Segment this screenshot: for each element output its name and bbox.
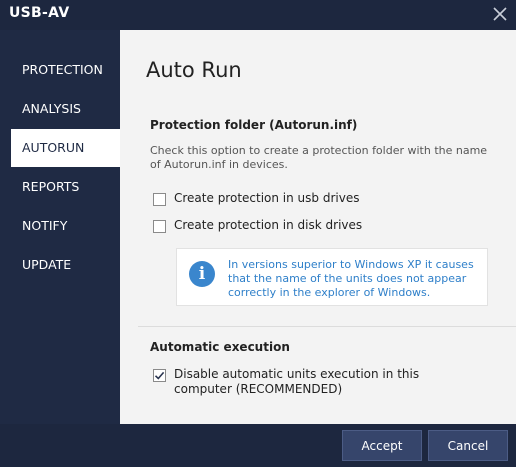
- disable-autorun-option[interactable]: Disable automatic units execution in thi…: [153, 367, 473, 397]
- sidebar-item-notify[interactable]: NOTIFY: [11, 207, 120, 245]
- section-divider: [138, 326, 516, 327]
- disk-protection-option[interactable]: Create protection in disk drives: [153, 218, 362, 233]
- footer-bar: Accept Cancel: [0, 424, 516, 467]
- disable-autorun-label: Disable automatic units execution in thi…: [174, 367, 420, 396]
- usb-protection-option[interactable]: Create protection in usb drives: [153, 191, 359, 206]
- automatic-execution-heading: Automatic execution: [150, 340, 290, 354]
- disk-protection-label: Create protection in disk drives: [174, 218, 363, 232]
- info-box: i In versions superior to Windows XP it …: [176, 248, 488, 306]
- info-text: In versions superior to Windows XP it ca…: [228, 258, 474, 299]
- sidebar-item-autorun[interactable]: AUTORUN: [11, 129, 120, 167]
- content-panel: Auto Run Protection folder (Autorun.inf)…: [120, 30, 516, 424]
- title-bar: USB-AV: [0, 0, 516, 30]
- usb-protection-checkbox[interactable]: [153, 193, 166, 206]
- sidebar-item-reports[interactable]: REPORTS: [11, 168, 120, 206]
- protection-folder-heading: Protection folder (Autorun.inf): [150, 118, 358, 132]
- checkmark-icon: [154, 371, 165, 380]
- cancel-button[interactable]: Cancel: [428, 430, 508, 461]
- sidebar-item-protection[interactable]: PROTECTION: [11, 51, 120, 89]
- accept-button[interactable]: Accept: [342, 430, 422, 461]
- info-icon: i: [189, 261, 215, 287]
- close-button[interactable]: [490, 4, 510, 24]
- sidebar: PROTECTION ANALYSIS AUTORUN REPORTS NOTI…: [0, 30, 120, 424]
- usb-protection-label: Create protection in usb drives: [174, 191, 360, 205]
- protection-folder-description: Check this option to create a protection…: [150, 144, 488, 171]
- sidebar-item-analysis[interactable]: ANALYSIS: [11, 90, 120, 128]
- page-title: Auto Run: [146, 58, 242, 82]
- app-title: USB-AV: [9, 5, 70, 21]
- disable-autorun-checkbox[interactable]: [153, 369, 166, 382]
- sidebar-item-update[interactable]: UPDATE: [11, 246, 120, 284]
- close-icon: [493, 7, 507, 21]
- disk-protection-checkbox[interactable]: [153, 220, 166, 233]
